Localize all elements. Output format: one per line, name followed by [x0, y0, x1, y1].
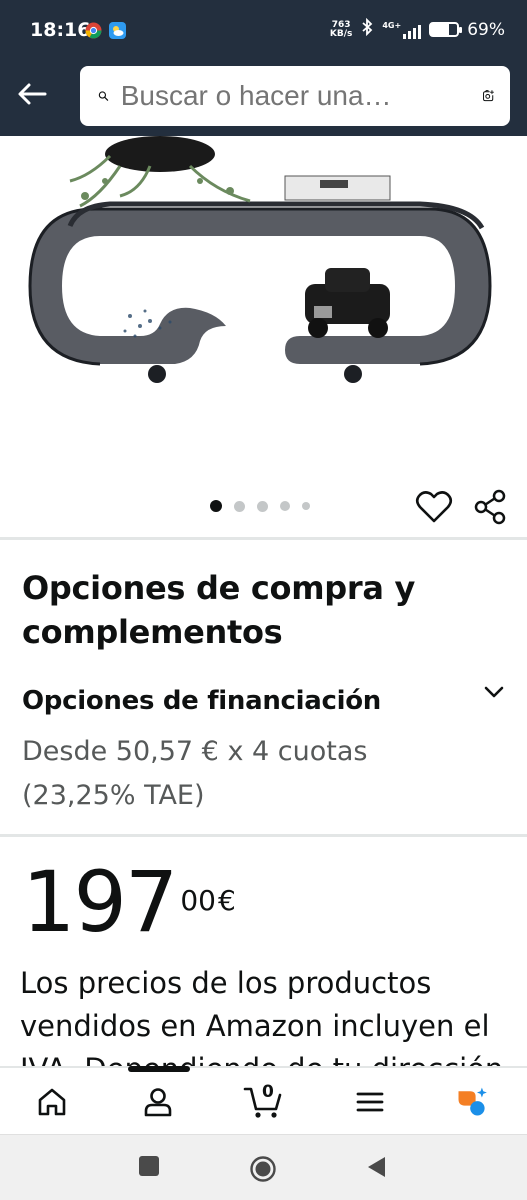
app-header: [0, 62, 527, 136]
network-speed: 763 KB/s: [329, 20, 353, 39]
carousel-dot[interactable]: [234, 500, 245, 512]
network-speed-unit: KB/s: [329, 28, 353, 39]
chrome-icon: [85, 22, 102, 39]
recent-apps-button[interactable]: [138, 1155, 164, 1181]
nav-account[interactable]: [140, 1084, 176, 1120]
system-navigation-bar: [0, 1134, 527, 1200]
home-icon: [38, 1088, 66, 1116]
search-icon: [98, 91, 109, 101]
vat-note: Los precios de los productos vendidos en…: [20, 966, 503, 1068]
carousel-dot[interactable]: [280, 501, 290, 511]
search-input[interactable]: [120, 80, 482, 112]
square-icon: [139, 1156, 159, 1176]
battery-percent: 69%: [467, 19, 505, 40]
home-system-button[interactable]: [249, 1155, 276, 1182]
bottom-navigation: 0: [0, 1066, 527, 1134]
circle-icon: [250, 1156, 276, 1182]
status-indicators: 763 KB/s 4G+ 69%: [329, 17, 505, 41]
status-bar: 18:16 763 KB/s 4G+ 69%: [0, 0, 527, 62]
section-divider: [0, 537, 527, 540]
heart-icon: [415, 491, 453, 523]
wishlist-button[interactable]: [415, 490, 453, 524]
cart-count: 0: [262, 1082, 274, 1102]
signal-icon: 4G+: [382, 20, 422, 39]
weather-icon: [109, 22, 126, 39]
user-icon: [144, 1088, 172, 1117]
share-icon: [474, 489, 506, 525]
image-carousel-dots[interactable]: [210, 500, 310, 512]
search-bar[interactable]: [80, 66, 510, 126]
battery-icon: [429, 22, 463, 37]
financing-details: Desde 50,57 € x 4 cuotas (23,25% TAE): [22, 730, 462, 818]
financing-apr: (23,25% TAE): [22, 780, 205, 811]
product-image[interactable]: [0, 136, 527, 466]
triangle-back-icon: [368, 1157, 385, 1177]
menu-icon: [356, 1092, 384, 1112]
network-type: 4G+: [382, 20, 402, 30]
carousel-dot[interactable]: [257, 500, 268, 512]
active-tab-indicator: [128, 1066, 190, 1072]
nav-rufus[interactable]: [454, 1084, 490, 1120]
carousel-dot[interactable]: [210, 500, 222, 512]
bluetooth-icon: [360, 17, 374, 41]
camera-search-icon[interactable]: [482, 80, 494, 112]
price: 197 00 €: [22, 860, 236, 944]
price-whole: 197: [22, 853, 178, 951]
section-divider: [0, 834, 527, 837]
purchase-options-heading: Opciones de compra y complementos: [22, 569, 416, 651]
back-arrow-icon: [18, 83, 47, 105]
financing-installments: Desde 50,57 € x 4 cuotas: [22, 736, 368, 767]
financing-options-title[interactable]: Opciones de financiación: [22, 686, 381, 716]
back-system-button[interactable]: [365, 1155, 391, 1181]
chevron-down-icon[interactable]: [480, 678, 508, 706]
status-time: 18:16: [30, 19, 91, 41]
nav-menu[interactable]: [352, 1084, 388, 1120]
carousel-dot[interactable]: [302, 502, 310, 510]
nav-home[interactable]: [34, 1084, 70, 1120]
share-button[interactable]: [472, 488, 508, 526]
price-fraction: 00: [180, 884, 216, 917]
back-button[interactable]: [14, 76, 50, 112]
price-currency: €: [217, 884, 236, 917]
rufus-assistant-icon: [458, 1087, 487, 1116]
